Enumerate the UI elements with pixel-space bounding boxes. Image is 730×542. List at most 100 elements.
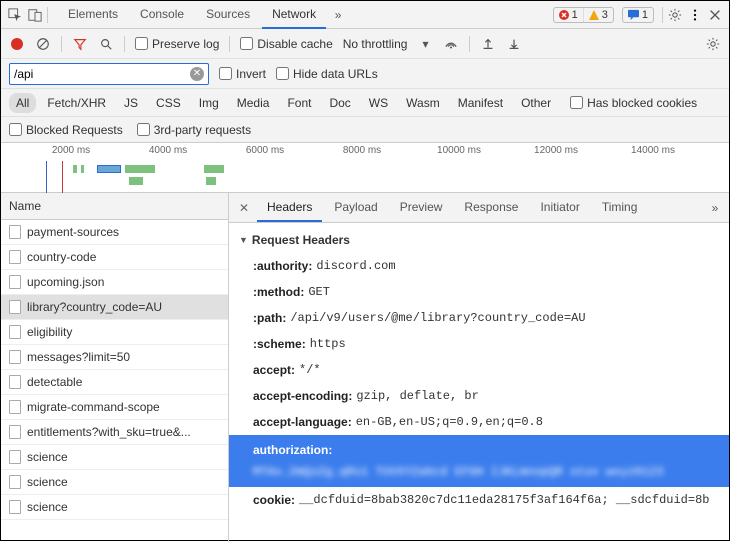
type-filter-all[interactable]: All: [9, 93, 36, 113]
type-filter-fetchxhr[interactable]: Fetch/XHR: [40, 93, 113, 113]
separator: [229, 36, 230, 52]
more-tabs-icon[interactable]: »: [330, 7, 346, 23]
third-party-checkbox[interactable]: 3rd-party requests: [137, 123, 251, 137]
type-filter-ws[interactable]: WS: [362, 93, 395, 113]
file-icon: [9, 350, 21, 364]
device-toggle-icon[interactable]: [27, 7, 43, 23]
search-icon[interactable]: [98, 36, 114, 52]
feedback-badge[interactable]: 1: [622, 7, 654, 23]
separator: [47, 7, 48, 23]
detail-tab-initiator[interactable]: Initiator: [530, 194, 589, 222]
request-row[interactable]: library?country_code=AU: [1, 295, 228, 320]
detail-tab-timing[interactable]: Timing: [592, 194, 648, 222]
timeline-segment: [73, 165, 77, 173]
request-row[interactable]: messages?limit=50: [1, 345, 228, 370]
issue-badges[interactable]: 1 3: [553, 7, 614, 23]
header-row[interactable]: :method:GET: [239, 279, 719, 305]
detail-tab-response[interactable]: Response: [454, 194, 528, 222]
request-row[interactable]: payment-sources: [1, 220, 228, 245]
network-conditions-icon[interactable]: [443, 36, 459, 52]
inspect-element-icon[interactable]: [7, 7, 23, 23]
header-row[interactable]: :scheme:https: [239, 331, 719, 357]
request-headers-section[interactable]: Request Headers: [239, 233, 719, 247]
import-har-icon[interactable]: [480, 36, 496, 52]
type-filter-manifest[interactable]: Manifest: [451, 93, 510, 113]
timeline-tick: 2000 ms: [52, 145, 90, 156]
header-row[interactable]: :authority:discord.com: [239, 253, 719, 279]
request-row[interactable]: science: [1, 445, 228, 470]
type-filter-js[interactable]: JS: [117, 93, 145, 113]
filter-input[interactable]: [14, 67, 190, 81]
type-filter-font[interactable]: Font: [280, 93, 318, 113]
separator: [662, 7, 663, 23]
file-icon: [9, 425, 21, 439]
panel-tab-console[interactable]: Console: [130, 1, 194, 29]
has-blocked-cookies-checkbox[interactable]: Has blocked cookies: [570, 96, 697, 110]
request-row[interactable]: entitlements?with_sku=true&...: [1, 420, 228, 445]
timeline-segment: [206, 177, 216, 185]
request-row[interactable]: detectable: [1, 370, 228, 395]
request-row[interactable]: eligibility: [1, 320, 228, 345]
detail-tabs: ✕ HeadersPayloadPreviewResponseInitiator…: [229, 193, 729, 223]
file-icon: [9, 450, 21, 464]
file-icon: [9, 275, 21, 289]
network-settings-gear-icon[interactable]: [705, 36, 721, 52]
hide-data-urls-checkbox[interactable]: Hide data URLs: [276, 67, 378, 81]
header-row[interactable]: authorization:MTAx.ZmQxZg.qRs1 TUVXYZabc…: [229, 435, 729, 487]
request-row[interactable]: science: [1, 470, 228, 495]
disable-cache-checkbox[interactable]: Disable cache: [240, 37, 332, 51]
timeline-tick: 8000 ms: [343, 145, 381, 156]
filter-input-wrap[interactable]: ✕: [9, 63, 209, 85]
timeline-tick: 4000 ms: [149, 145, 187, 156]
request-row[interactable]: country-code: [1, 245, 228, 270]
detail-tab-preview[interactable]: Preview: [390, 194, 453, 222]
request-name: science: [27, 450, 68, 464]
header-name: accept:: [253, 361, 295, 379]
invert-checkbox[interactable]: Invert: [219, 67, 266, 81]
timeline-segment: [204, 165, 224, 173]
header-row[interactable]: accept:*/*: [239, 357, 719, 383]
header-row[interactable]: cookie:__dcfduid=8bab3820c7dc11eda28175f…: [239, 487, 719, 513]
type-filter-other[interactable]: Other: [514, 93, 558, 113]
request-row[interactable]: migrate-command-scope: [1, 395, 228, 420]
type-filter-doc[interactable]: Doc: [322, 93, 357, 113]
kebab-menu-icon[interactable]: [687, 7, 703, 23]
panel-tab-sources[interactable]: Sources: [196, 1, 260, 29]
name-column-header[interactable]: Name: [1, 193, 228, 220]
blocked-requests-checkbox[interactable]: Blocked Requests: [9, 123, 123, 137]
detail-body: Request Headers :authority:discord.com:m…: [229, 223, 729, 542]
record-button[interactable]: [9, 36, 25, 52]
header-name: accept-encoding:: [253, 387, 352, 405]
timeline-overview[interactable]: 2000 ms4000 ms6000 ms8000 ms10000 ms1200…: [1, 143, 729, 193]
close-devtools-icon[interactable]: [707, 7, 723, 23]
header-name: cookie:: [253, 491, 295, 509]
more-detail-tabs-icon[interactable]: »: [707, 200, 723, 216]
type-filter-img[interactable]: Img: [192, 93, 226, 113]
panel-tab-elements[interactable]: Elements: [58, 1, 128, 29]
header-value: __dcfduid=8bab3820c7dc11eda28175f3af164f…: [299, 491, 709, 509]
timeline-segment: [129, 177, 143, 185]
type-filter-media[interactable]: Media: [230, 93, 277, 113]
throttling-caret-icon[interactable]: ▾: [417, 36, 433, 52]
detail-tab-payload[interactable]: Payload: [324, 194, 387, 222]
request-name: messages?limit=50: [27, 350, 130, 364]
header-row[interactable]: accept-language:en-GB,en-US;q=0.9,en;q=0…: [239, 409, 719, 435]
clear-filter-icon[interactable]: ✕: [190, 67, 204, 81]
type-filter-css[interactable]: CSS: [149, 93, 188, 113]
preserve-log-checkbox[interactable]: Preserve log: [135, 37, 219, 51]
header-row[interactable]: :path:/api/v9/users/@me/library?country_…: [239, 305, 719, 331]
panel-tab-network[interactable]: Network: [262, 1, 326, 29]
file-icon: [9, 250, 21, 264]
export-har-icon[interactable]: [506, 36, 522, 52]
settings-gear-icon[interactable]: [667, 7, 683, 23]
close-detail-icon[interactable]: ✕: [235, 201, 253, 215]
request-row[interactable]: upcoming.json: [1, 270, 228, 295]
header-row[interactable]: accept-encoding:gzip, deflate, br: [239, 383, 719, 409]
file-icon: [9, 300, 21, 314]
clear-log-icon[interactable]: [35, 36, 51, 52]
type-filter-wasm[interactable]: Wasm: [399, 93, 447, 113]
request-row[interactable]: science: [1, 495, 228, 520]
detail-tab-headers[interactable]: Headers: [257, 194, 322, 222]
throttling-select[interactable]: No throttling: [343, 37, 408, 51]
filter-funnel-icon[interactable]: [72, 36, 88, 52]
